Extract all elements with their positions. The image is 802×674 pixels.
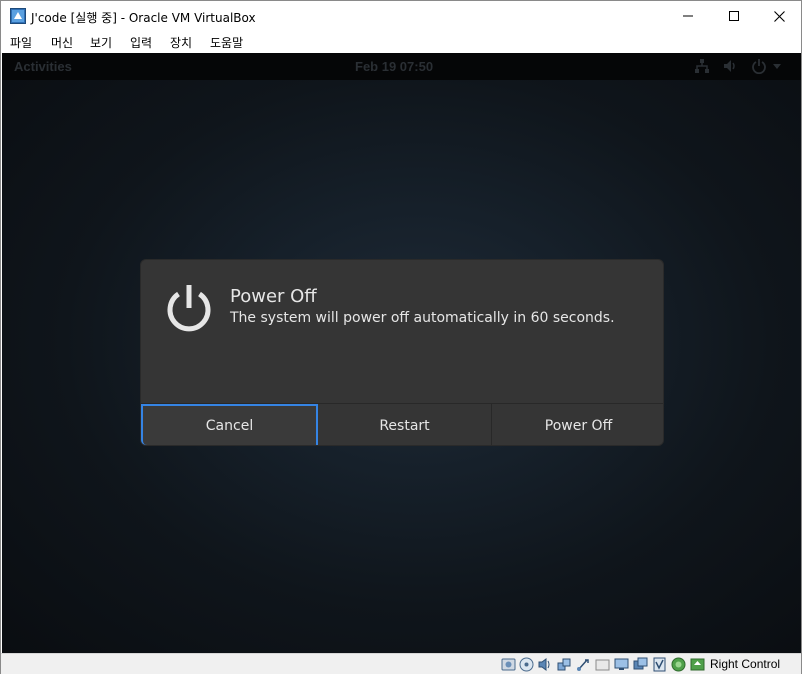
menu-file[interactable]: 파일: [10, 34, 32, 51]
dialog-title: Power Off: [230, 286, 317, 307]
maximize-button[interactable]: [711, 1, 757, 31]
hard-disk-icon[interactable]: [501, 657, 516, 672]
usb-icon[interactable]: [576, 657, 591, 672]
minimize-button[interactable]: [665, 1, 711, 31]
keyboard-capture-icon[interactable]: [690, 657, 705, 672]
maximize-icon: [729, 11, 739, 21]
status-bar: Right Control: [1, 653, 801, 674]
host-key-label: Right Control: [710, 657, 781, 671]
minimize-icon: [683, 15, 693, 17]
activities-button[interactable]: Activities: [14, 59, 72, 74]
title-bar[interactable]: J'code [실행 중] - Oracle VM VirtualBox: [1, 1, 801, 31]
close-button[interactable]: [756, 1, 802, 31]
video-capture-icon[interactable]: [633, 657, 648, 672]
vm-screen[interactable]: Activities Feb 19 07:50 Power Off The sy…: [2, 53, 801, 653]
shared-folders-icon[interactable]: [595, 657, 610, 672]
volume-icon[interactable]: [722, 58, 738, 74]
cancel-button[interactable]: Cancel: [141, 404, 318, 445]
menu-bar: 파일 머신 보기 입력 장치 도움말: [1, 31, 801, 53]
network-icon[interactable]: [557, 657, 572, 672]
window-title: J'code [실행 중] - Oracle VM VirtualBox: [31, 11, 256, 25]
menu-help[interactable]: 도움말: [210, 34, 243, 51]
menu-view[interactable]: 보기: [90, 34, 112, 51]
menu-machine[interactable]: 머신: [51, 34, 73, 51]
power-icon[interactable]: [751, 58, 767, 74]
power-off-dialog: Power Off The system will power off auto…: [140, 259, 664, 446]
clock[interactable]: Feb 19 07:50: [355, 59, 433, 74]
audio-icon[interactable]: [537, 657, 552, 672]
gnome-top-bar: Activities Feb 19 07:50: [2, 53, 801, 80]
network-icon[interactable]: [694, 58, 710, 74]
mouse-integration-icon[interactable]: [652, 657, 667, 672]
menu-input[interactable]: 입력: [130, 34, 152, 51]
display-icon[interactable]: [614, 657, 629, 672]
restart-button[interactable]: Restart: [318, 404, 492, 445]
dialog-button-row: Cancel Restart Power Off: [141, 403, 663, 445]
power-icon: [167, 285, 211, 332]
virtualbox-app-icon: [10, 8, 26, 24]
close-icon: [773, 10, 785, 22]
chevron-down-icon[interactable]: [772, 63, 782, 71]
menu-devices[interactable]: 장치: [170, 34, 192, 51]
virtualbox-window: J'code [실행 중] - Oracle VM VirtualBox 파일 …: [0, 0, 802, 674]
optical-drive-icon[interactable]: [519, 657, 534, 672]
dialog-message: The system will power off automatically …: [230, 310, 615, 326]
power-off-button[interactable]: Power Off: [492, 404, 663, 445]
guest-additions-icon[interactable]: [671, 657, 686, 672]
